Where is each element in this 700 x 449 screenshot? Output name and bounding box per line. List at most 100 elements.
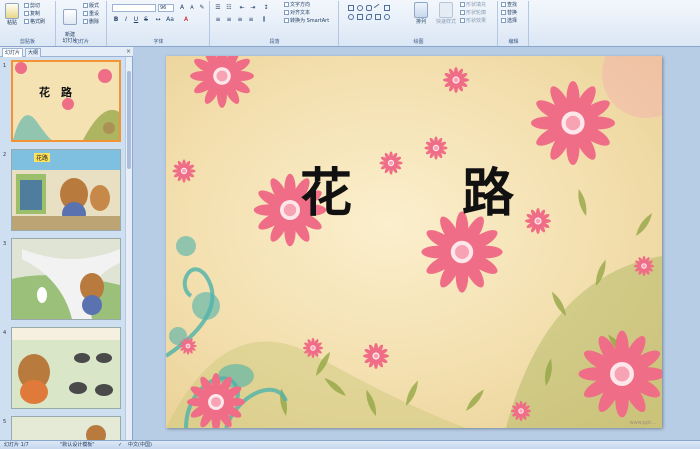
slide-number: 4	[3, 330, 7, 336]
slide-number: 1	[3, 63, 7, 69]
brush-icon	[24, 19, 29, 24]
increase-indent-icon[interactable]: ⇥	[249, 4, 257, 12]
shrink-font-icon[interactable]: A	[188, 4, 196, 12]
thumb5-art	[12, 417, 120, 445]
tab-slides[interactable]: 幻灯片	[2, 48, 24, 57]
format-painter-button[interactable]: 格式刷	[24, 19, 45, 26]
scissors-icon	[24, 3, 29, 8]
clipboard-label: 剪贴板	[19, 39, 35, 45]
pane-tabs: 幻灯片 大纲 ×	[0, 47, 133, 57]
slide-thumbnail-2[interactable]: 花路	[11, 149, 121, 231]
clipboard-group: 粘贴 剪切 复制 格式刷 剪贴板	[0, 1, 56, 46]
slides-label: 幻灯片	[73, 39, 89, 45]
check-icon[interactable]: ✓	[118, 441, 122, 449]
font-size-combo[interactable]: 96	[158, 4, 174, 12]
reset-button[interactable]: 重设	[83, 11, 99, 18]
replace-icon	[501, 10, 506, 15]
grow-font-icon[interactable]: A	[178, 4, 186, 12]
slide-title-char-1[interactable]: 花	[300, 164, 352, 224]
language[interactable]: 中文(中国)	[128, 441, 152, 449]
scrollbar-thumb[interactable]	[127, 71, 131, 169]
columns-icon[interactable]: ⫼	[260, 16, 268, 24]
strikethrough-button[interactable]: S	[142, 16, 150, 24]
slide-editing-area: 花 路 www.ppt...	[134, 47, 700, 440]
quick-styles-button[interactable]: 快速样式	[434, 2, 458, 25]
square-shape-icon[interactable]	[357, 14, 363, 20]
shape-outline-button[interactable]: 形状轮廓	[460, 10, 486, 17]
shape-fill-button[interactable]: 形状填充	[460, 2, 486, 9]
underline-button[interactable]: U	[132, 16, 140, 24]
rounded-rect-shape-icon[interactable]	[366, 5, 372, 11]
smartart-button[interactable]: 转换为 SmartArt	[284, 18, 329, 25]
text-direction-button[interactable]: 文字方向	[284, 2, 310, 9]
current-slide[interactable]: 花 路 www.ppt...	[166, 56, 662, 428]
circle-shape-icon[interactable]	[348, 14, 354, 20]
reset-icon	[83, 11, 88, 16]
delete-slide-button[interactable]: 删除	[83, 19, 99, 26]
bold-button[interactable]: B	[112, 16, 120, 24]
status-bar: 幻灯片 1/7 "默认设计模板" ✓ 中文(中国)	[0, 440, 700, 449]
change-case-icon[interactable]: Aa	[166, 16, 174, 24]
cut-button[interactable]: 剪切	[24, 3, 40, 10]
slide-number: 5	[3, 419, 7, 425]
align-center-icon[interactable]: ≡	[225, 16, 233, 24]
quick-styles-icon	[439, 2, 453, 18]
select-button[interactable]: 选择	[501, 18, 517, 25]
ribbon: 粘贴 剪切 复制 格式刷 剪贴板 新建 幻灯片 版式 重设 删除 幻灯片 字体 …	[0, 0, 700, 47]
smartart-icon	[284, 18, 289, 23]
smiley-shape-icon[interactable]	[384, 14, 390, 20]
thumb3-art	[12, 239, 120, 319]
text-direction-icon	[284, 2, 289, 7]
layout-button[interactable]: 版式	[83, 3, 99, 10]
delete-icon	[83, 19, 88, 24]
layout-icon	[83, 3, 88, 8]
slide-thumbnail-4[interactable]	[11, 327, 121, 409]
thumb1-art	[13, 62, 119, 141]
decrease-indent-icon[interactable]: ⇤	[238, 4, 246, 12]
justify-icon[interactable]: ≡	[247, 16, 255, 24]
thumb4-art	[12, 328, 120, 408]
slides-pane: 幻灯片 大纲 × 1 花 路 2 花路 3 4 5	[0, 47, 133, 445]
shape-effects-button[interactable]: 形状效果	[460, 18, 486, 25]
slide-thumbnail-5[interactable]	[11, 416, 121, 445]
replace-button[interactable]: 替换	[501, 10, 517, 17]
leaf-shape-icon[interactable]	[366, 14, 372, 20]
paste-icon	[5, 3, 19, 19]
bullets-icon[interactable]: ☰	[214, 4, 222, 12]
pane-scrollbar[interactable]	[125, 57, 132, 440]
align-right-icon[interactable]: ≡	[236, 16, 244, 24]
line-spacing-icon[interactable]: ↕	[262, 4, 270, 12]
paragraph-label: 段落	[269, 39, 280, 45]
shapes-gallery[interactable]	[346, 3, 402, 29]
char-spacing-icon[interactable]: ↔	[154, 16, 162, 24]
cursor-icon	[501, 18, 506, 23]
numbering-icon[interactable]: ☷	[225, 4, 233, 12]
font-name-combo[interactable]	[112, 4, 156, 12]
theme-name[interactable]: "默认设计模板"	[60, 441, 95, 449]
slide-number: 3	[3, 241, 7, 247]
rectangle-shape-icon[interactable]	[348, 5, 354, 11]
slide-thumbnail-3[interactable]	[11, 238, 121, 320]
align-text-button[interactable]: 对齐文本	[284, 10, 310, 17]
align-text-icon	[284, 10, 289, 15]
font-color-icon[interactable]: A	[182, 16, 190, 24]
thumb1-title: 花 路	[39, 86, 72, 99]
slide-title-char-2[interactable]: 路	[462, 164, 514, 224]
font-label: 字体	[153, 39, 164, 45]
arrange-icon	[414, 2, 428, 18]
find-button[interactable]: 查找	[501, 2, 517, 9]
line-shape-icon[interactable]	[373, 3, 383, 13]
oval-shape-icon[interactable]	[357, 5, 363, 11]
arrange-button[interactable]: 排列	[410, 2, 432, 25]
textbox-shape-icon[interactable]	[384, 5, 390, 11]
italic-button[interactable]: I	[122, 16, 130, 24]
copy-button[interactable]: 复制	[24, 11, 40, 18]
clear-format-icon[interactable]: ✎	[198, 4, 206, 12]
tab-outline[interactable]: 大纲	[25, 48, 42, 57]
block-shape-icon[interactable]	[375, 14, 381, 20]
align-left-icon[interactable]: ≡	[214, 16, 222, 24]
close-icon[interactable]: ×	[126, 48, 131, 55]
paste-button[interactable]: 粘贴	[2, 3, 22, 26]
copy-icon	[24, 11, 29, 16]
slide-thumbnail-1[interactable]: 花 路	[11, 60, 121, 142]
